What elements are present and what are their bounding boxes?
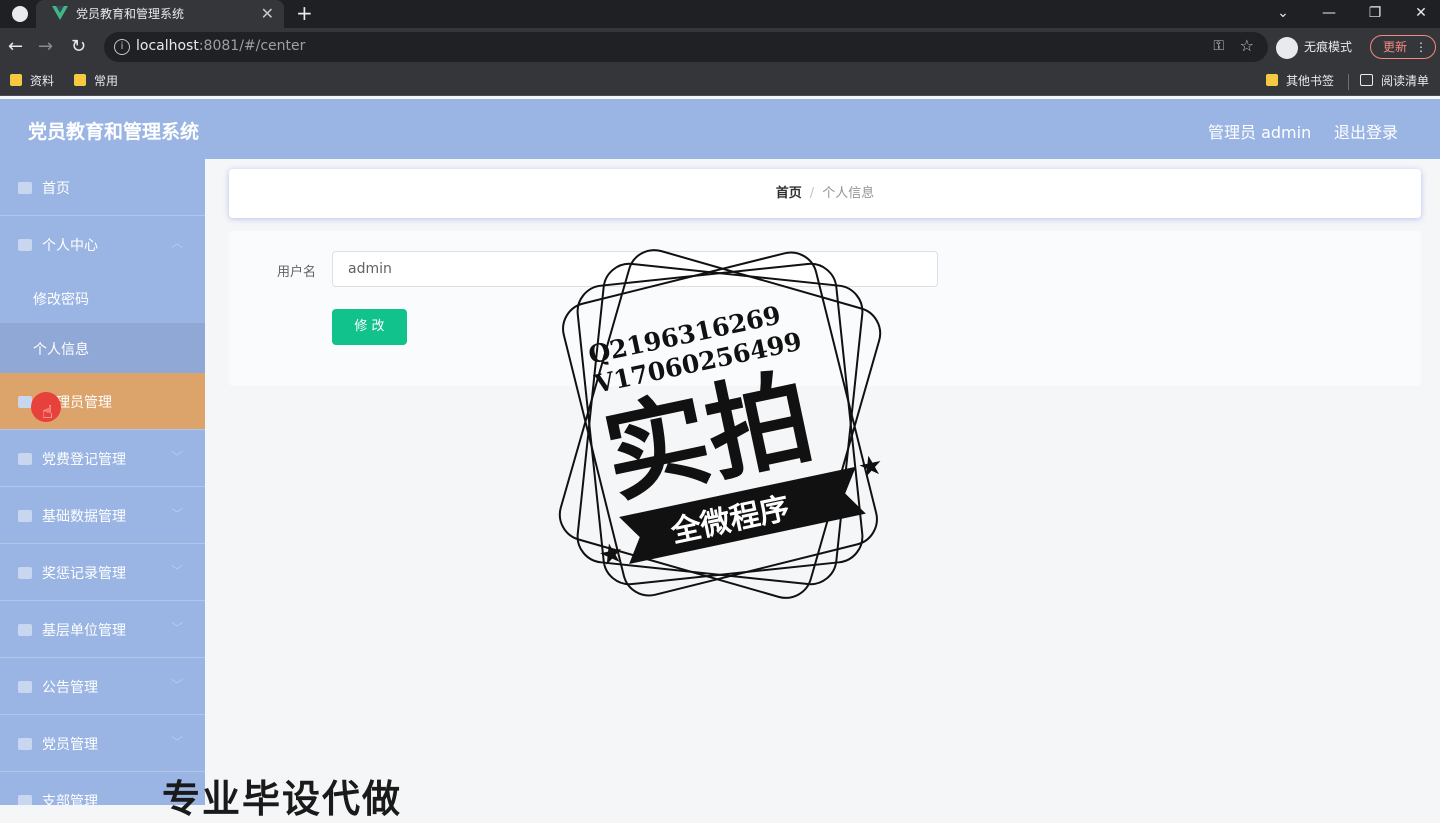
incognito-icon xyxy=(1276,36,1298,59)
sidebar-item-members[interactable]: 党员管理 ﹀ xyxy=(0,715,205,772)
bookmark-divider xyxy=(1348,74,1349,90)
tab-close-icon[interactable]: ✕ xyxy=(261,0,274,28)
list-icon xyxy=(18,681,32,693)
book-icon xyxy=(18,795,32,805)
bookmark-folder[interactable]: 资料 xyxy=(10,73,54,89)
breadcrumb: 首页 / 个人信息 xyxy=(229,169,1421,218)
chevron-down-icon: ﹀ xyxy=(170,735,183,749)
chevron-down-icon: ﹀ xyxy=(170,621,183,635)
chart-icon xyxy=(18,510,32,522)
watermark-stamp: Q2196316269 V17060256499 实拍 全微程序 ★ ★ xyxy=(558,249,886,599)
address-bar[interactable]: i localhost:8081/#/center ⚿ ☆ xyxy=(104,32,1268,62)
chevron-up-icon: ︿ xyxy=(170,236,183,250)
sidebar-item-personal-center[interactable]: 个人中心 ︿ xyxy=(0,216,205,273)
incognito-indicator[interactable]: 无痕模式 xyxy=(1276,34,1352,60)
key-icon[interactable]: ⚿ xyxy=(1213,38,1224,54)
sidebar-item-base-units[interactable]: 基层单位管理 ﹀ xyxy=(0,601,205,658)
app-header: 党员教育和管理系统 管理员 admin 退出登录 xyxy=(0,99,1440,159)
admin-label: 管理员 admin xyxy=(1208,123,1312,142)
chevron-down-icon: ﹀ xyxy=(170,564,183,578)
globe-icon xyxy=(12,6,28,22)
browser-toolbar: ← → ↻ i localhost:8081/#/center ⚿ ☆ 无痕模式… xyxy=(0,28,1440,66)
user-icon xyxy=(18,239,32,251)
user-icon xyxy=(18,453,32,465)
sidebar-item-rewards[interactable]: 奖惩记录管理 ﹀ xyxy=(0,544,205,601)
breadcrumb-separator: / xyxy=(809,186,815,201)
minimize-icon[interactable]: — xyxy=(1306,0,1352,28)
bookmarks-bar: 资料 常用 其他书签 阅读清单 xyxy=(0,66,1440,96)
back-icon[interactable]: ← xyxy=(8,36,23,58)
monitor-icon xyxy=(18,396,32,408)
update-button[interactable]: 更新 ⋮ xyxy=(1370,35,1436,59)
reload-icon[interactable]: ↻ xyxy=(71,36,86,58)
browser-tab[interactable]: 党员教育和管理系统 ✕ xyxy=(36,0,284,28)
sidebar-item-party-fee[interactable]: 党费登记管理 ﹀ xyxy=(0,430,205,487)
folder-icon xyxy=(74,74,86,86)
browser-tab-bar: 党员教育和管理系统 ✕ + ⌄ — ❐ ✕ xyxy=(0,0,1440,28)
book-icon xyxy=(18,738,32,750)
sidebar-item-announcements[interactable]: 公告管理 ﹀ xyxy=(0,658,205,715)
star-icon[interactable]: ☆ xyxy=(1240,36,1254,55)
sidebar-item-home[interactable]: 首页 xyxy=(0,159,205,216)
reading-list[interactable]: 阅读清单 xyxy=(1360,73,1429,89)
vue-logo-icon xyxy=(52,6,68,20)
folder-icon xyxy=(1266,74,1278,86)
star-icon: ★ xyxy=(595,535,626,572)
url-text: localhost:8081/#/center xyxy=(136,38,306,54)
other-bookmarks[interactable]: 其他书签 xyxy=(1266,73,1334,89)
building-icon xyxy=(18,624,32,636)
monitor-icon xyxy=(18,567,32,579)
star-icon: ★ xyxy=(855,447,886,484)
new-tab-button[interactable]: + xyxy=(296,0,313,26)
logout-link[interactable]: 退出登录 xyxy=(1334,119,1398,143)
restore-icon[interactable]: ❐ xyxy=(1352,0,1398,28)
folder-icon xyxy=(10,74,22,86)
app-title: 党员教育和管理系统 xyxy=(28,121,200,143)
submenu-change-password[interactable]: 修改密码 xyxy=(0,273,205,323)
home-icon xyxy=(18,182,32,194)
breadcrumb-home[interactable]: 首页 xyxy=(776,186,802,201)
bookmark-folder[interactable]: 常用 xyxy=(74,73,118,89)
modify-button[interactable]: 修 改 xyxy=(332,309,407,345)
site-info-icon[interactable]: i xyxy=(114,39,130,55)
hand-cursor-icon: ☝ xyxy=(42,402,53,423)
submenu-personal-info[interactable]: 个人信息 xyxy=(0,323,205,373)
more-menu-icon[interactable]: ⋮ xyxy=(1415,36,1427,58)
forward-icon[interactable]: → xyxy=(38,36,53,58)
reading-list-icon xyxy=(1360,74,1373,86)
sidebar-item-base-data[interactable]: 基础数据管理 ﹀ xyxy=(0,487,205,544)
breadcrumb-current: 个人信息 xyxy=(822,186,875,201)
chevron-down-icon: ﹀ xyxy=(170,507,183,521)
tab-search-icon[interactable]: ⌄ xyxy=(1260,0,1306,28)
bottom-watermark: 专业毕设代做 xyxy=(162,777,403,821)
chevron-down-icon: ﹀ xyxy=(170,678,183,692)
chevron-down-icon: ﹀ xyxy=(170,450,183,464)
username-label: 用户名 xyxy=(277,265,317,280)
sidebar: 首页 个人中心 ︿ 修改密码 个人信息 管理员管理 党费登记管理 ﹀ 基础数据管… xyxy=(0,159,205,805)
tab-title: 党员教育和管理系统 xyxy=(76,7,185,21)
window-close-icon[interactable]: ✕ xyxy=(1398,0,1440,28)
